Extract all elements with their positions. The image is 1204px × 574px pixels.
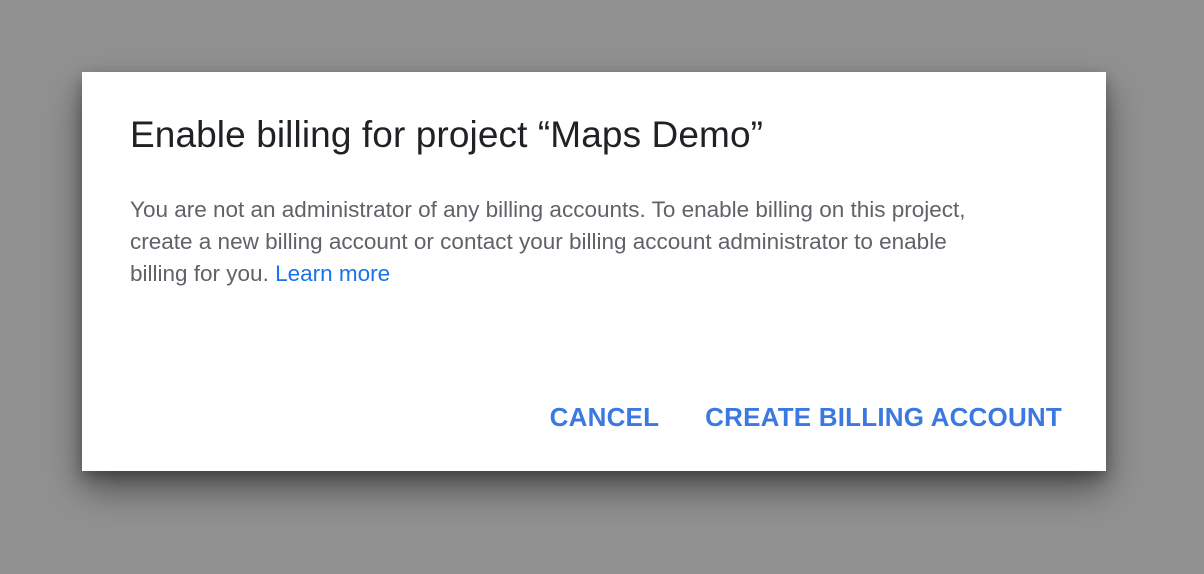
dialog-message: You are not an administrator of any bill… [130, 194, 1010, 290]
dialog-message-text: You are not an administrator of any bill… [130, 197, 966, 286]
create-billing-account-button[interactable]: CREATE BILLING ACCOUNT [705, 402, 1062, 433]
cancel-button[interactable]: CANCEL [550, 402, 660, 433]
dialog-title: Enable billing for project “Maps Demo” [130, 114, 764, 155]
learn-more-link[interactable]: Learn more [275, 261, 390, 286]
enable-billing-dialog: Enable billing for project “Maps Demo” Y… [82, 72, 1106, 471]
dialog-actions: CANCEL CREATE BILLING ACCOUNT [550, 402, 1062, 433]
